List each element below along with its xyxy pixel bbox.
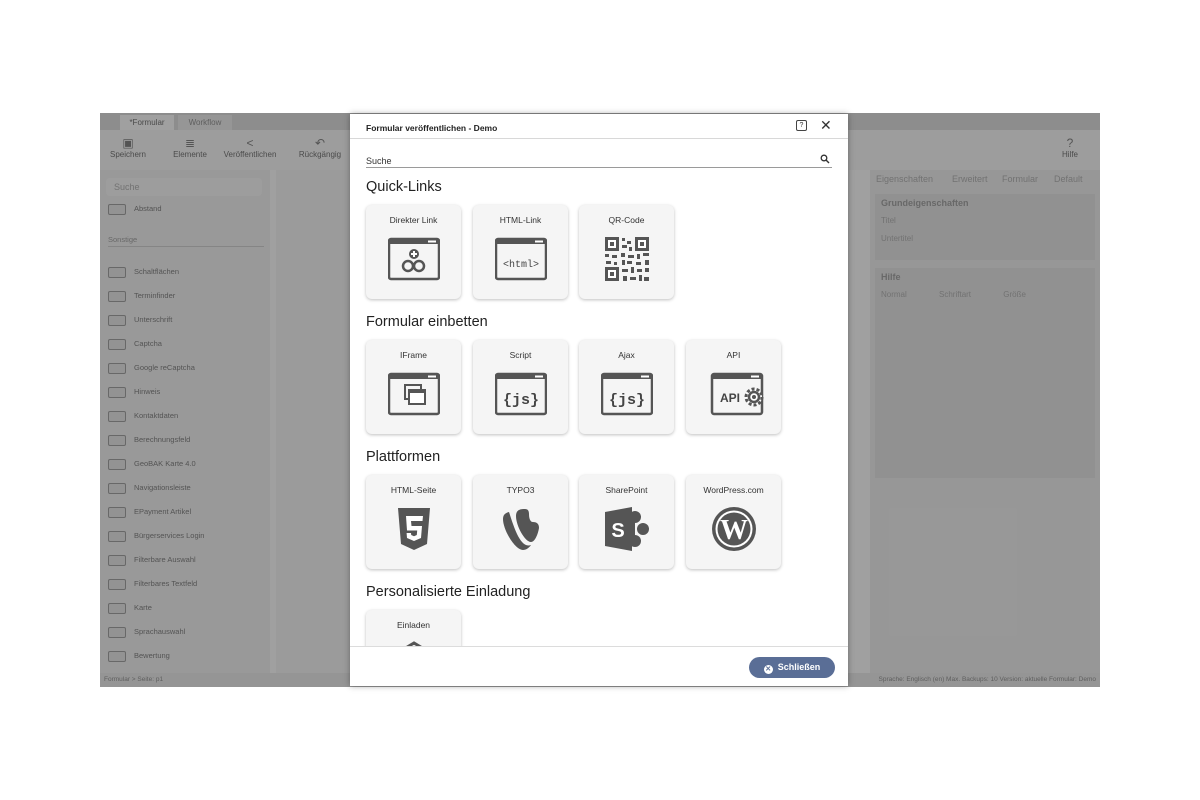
- card-html-link[interactable]: HTML-Link <html>: [473, 205, 568, 299]
- close-button[interactable]: ✕ Schließen: [749, 657, 835, 678]
- js-snippet-text: {js}: [503, 392, 539, 409]
- card-label: Direkter Link: [389, 215, 438, 225]
- card-label: SharePoint: [605, 485, 648, 495]
- window-iframe-icon: [388, 372, 440, 416]
- card-label: HTML-Seite: [390, 485, 437, 495]
- card-label: WordPress.com: [703, 485, 764, 495]
- card-label: QR-Code: [608, 215, 645, 225]
- card-typo3[interactable]: TYPO3: [473, 475, 568, 569]
- card-label: Script: [509, 350, 532, 360]
- window-js-icon: {js}: [495, 372, 547, 416]
- card-label: TYPO3: [506, 485, 535, 495]
- js-snippet-text: {js}: [609, 392, 645, 409]
- dialog-title: Formular veröffentlichen - Demo: [366, 123, 498, 133]
- section-title-quick-links: Quick-Links: [366, 179, 442, 195]
- html-snippet-text: <html>: [503, 259, 539, 271]
- card-sharepoint[interactable]: SharePoint S: [579, 475, 674, 569]
- publish-dialog: Formular veröffentlichen - Demo ? ✕ Such…: [350, 114, 848, 686]
- card-ajax[interactable]: Ajax {js}: [579, 340, 674, 434]
- card-label: IFrame: [400, 350, 427, 360]
- card-wordpress[interactable]: WordPress.com W: [686, 475, 781, 569]
- close-icon[interactable]: ✕: [820, 117, 832, 133]
- search-placeholder: Suche: [366, 156, 392, 166]
- svg-text:W: W: [720, 515, 748, 546]
- card-api[interactable]: API API: [686, 340, 781, 434]
- dialog-footer: ✕ Schließen: [350, 646, 848, 686]
- window-link-icon: [388, 237, 440, 281]
- svg-text:S: S: [611, 520, 624, 542]
- qr-code-icon: [605, 237, 649, 281]
- search-input[interactable]: Suche: [366, 154, 832, 168]
- card-iframe[interactable]: IFrame: [366, 340, 461, 434]
- typo3-icon: [503, 509, 539, 550]
- section-title-platforms: Plattformen: [366, 449, 441, 465]
- sharepoint-icon: S: [605, 507, 649, 551]
- card-invite[interactable]: Einladen: [366, 610, 461, 646]
- window-js-icon: {js}: [601, 372, 653, 416]
- card-script[interactable]: Script {js}: [473, 340, 568, 434]
- close-circle-icon: ✕: [763, 665, 773, 674]
- card-qr-code[interactable]: QR-Code: [579, 205, 674, 299]
- help-icon[interactable]: ?: [796, 120, 807, 131]
- card-label: Einladen: [396, 620, 431, 630]
- card-label: HTML-Link: [499, 215, 542, 225]
- card-label: API: [726, 350, 741, 360]
- dialog-header: Formular veröffentlichen - Demo ? ✕: [350, 114, 848, 139]
- card-direct-link[interactable]: Direkter Link: [366, 205, 461, 299]
- search-icon[interactable]: [820, 154, 830, 164]
- api-snippet-text: API: [720, 391, 740, 405]
- card-label: Ajax: [618, 350, 635, 360]
- card-html-page[interactable]: HTML-Seite: [366, 475, 461, 569]
- section-title-invitation: Personalisierte Einladung: [366, 584, 531, 600]
- section-title-embed: Formular einbetten: [366, 314, 488, 330]
- wordpress-icon: W: [712, 507, 756, 551]
- window-html-icon: <html>: [495, 237, 547, 281]
- html5-icon: [398, 508, 430, 550]
- window-api-icon: API: [710, 372, 764, 416]
- dialog-body: Suche Quick-Links Direkter Link HTML-Lin…: [350, 140, 848, 646]
